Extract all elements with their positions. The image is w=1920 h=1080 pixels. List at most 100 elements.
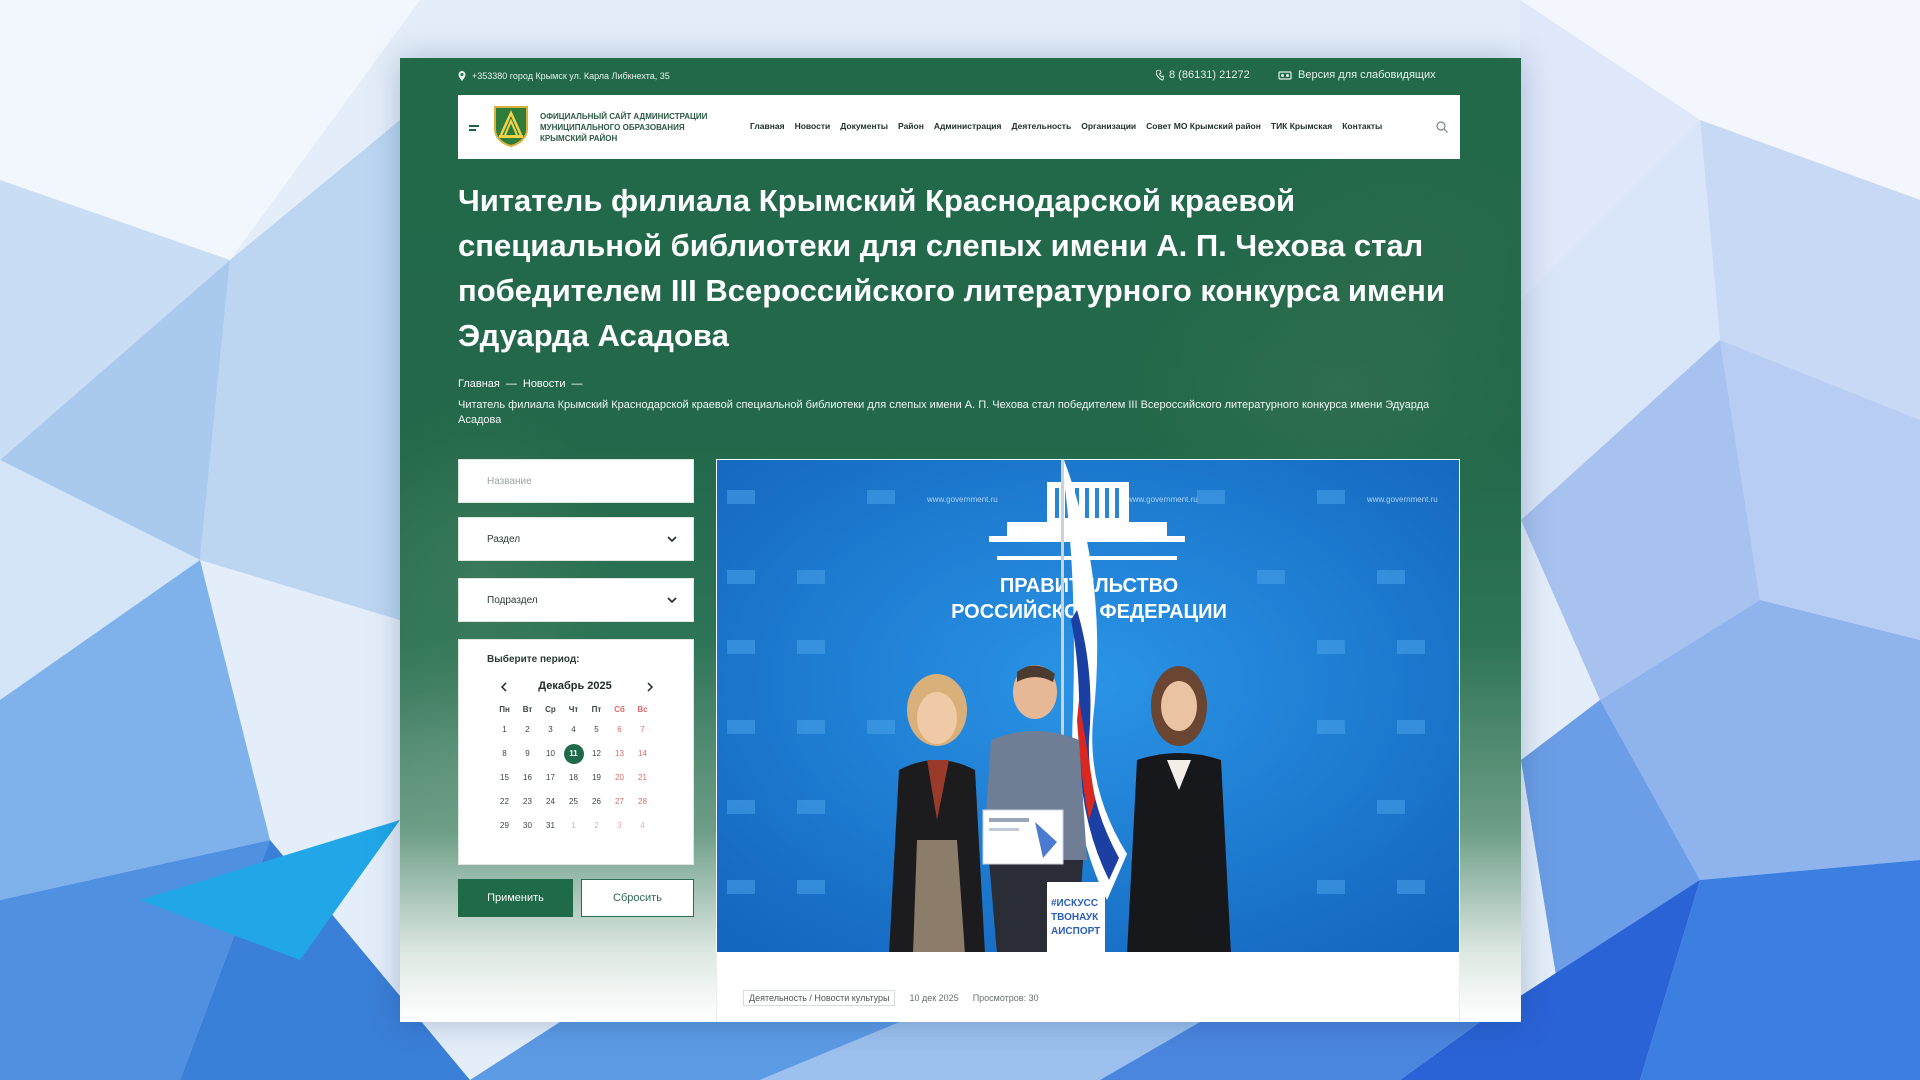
calendar-day[interactable]: 26 <box>585 790 608 814</box>
vision-impaired-link[interactable]: Версия для слабовидящих <box>1278 69 1436 81</box>
calendar-day[interactable]: 5 <box>585 718 608 742</box>
backdrop-url: www.government.ru <box>1366 495 1438 504</box>
calendar-day[interactable]: 16 <box>516 766 539 790</box>
menu-item-district[interactable]: Район <box>898 121 924 131</box>
menu-item-home[interactable]: Главная <box>750 121 785 131</box>
menu-item-contacts[interactable]: Контакты <box>1342 121 1382 131</box>
article-meta: Деятельность / Новости культуры 10 дек 2… <box>743 990 1039 1006</box>
calendar-day[interactable]: 3 <box>608 814 631 838</box>
search-icon[interactable] <box>1436 121 1448 133</box>
name-search-input[interactable]: Название <box>458 459 694 503</box>
breadcrumb-separator: — <box>571 378 583 390</box>
view-count: Просмотров: 30 <box>972 993 1039 1003</box>
selected-day-marker: 11 <box>563 744 584 764</box>
top-info-bar: +353380 город Крымск ул. Карла Либкнехта… <box>458 67 1455 89</box>
menu-item-organizations[interactable]: Организации <box>1081 121 1136 131</box>
backdrop-url: www.government.ru <box>1126 495 1198 504</box>
calendar-day[interactable]: 4 <box>631 814 654 838</box>
calendar-day[interactable]: 1 <box>562 814 585 838</box>
calendar-day[interactable]: 31 <box>539 814 562 838</box>
calendar-day[interactable]: 29 <box>493 814 516 838</box>
hamburger-menu-icon[interactable] <box>469 125 479 131</box>
calendar-day[interactable]: 1 <box>493 718 516 742</box>
site-title[interactable]: ОФИЦИАЛЬНЫЙ САЙТ АДМИНИСТРАЦИИ МУНИЦИПАЛ… <box>540 111 720 144</box>
breadcrumb-current: Читатель филиала Крымский Краснодарской … <box>458 399 1430 426</box>
chevron-down-icon <box>667 536 677 543</box>
calendar-day[interactable]: 19 <box>585 766 608 790</box>
calendar-day[interactable]: 17 <box>539 766 562 790</box>
coat-of-arms-logo[interactable] <box>493 105 529 147</box>
breadcrumb-news[interactable]: Новости <box>523 378 566 390</box>
article-photo: www.government.ru www.government.ru www.… <box>716 459 1460 953</box>
backdrop-url: www.government.ru <box>926 495 998 504</box>
phone-text: 8 (86131) 21272 <box>1169 69 1250 81</box>
chevron-down-icon <box>667 597 677 604</box>
address-text: +353380 город Крымск ул. Карла Либкнехта… <box>472 71 670 81</box>
calendar-day[interactable]: 30 <box>516 814 539 838</box>
subsection-select-label: Подраздел <box>487 594 538 606</box>
breadcrumb-home[interactable]: Главная <box>458 378 500 390</box>
vision-text: Версия для слабовидящих <box>1298 69 1436 81</box>
bag-text-1: #ИСКУСС <box>1051 898 1098 909</box>
address: +353380 город Крымск ул. Карла Либкнехта… <box>458 71 670 81</box>
date-range-calendar: Выберите период: Декабрь 2025 Пн Вт Ср Чт Пт… <box>458 639 694 865</box>
category-tag[interactable]: Деятельность / Новости культуры <box>743 990 896 1006</box>
calendar-day[interactable]: 23 <box>516 790 539 814</box>
photo-illustration: www.government.ru www.government.ru www.… <box>717 460 1459 952</box>
calendar-grid: Пн Вт Ср Чт Пт Сб Вс 1 2 3 4 5 6 7 8 9 10 11 12 13 14 15 16 17 1… <box>493 702 661 838</box>
calendar-day[interactable]: 20 <box>608 766 631 790</box>
calendar-day[interactable]: 28 <box>631 790 654 814</box>
menu-item-council[interactable]: Совет МО Крымский район <box>1146 121 1261 131</box>
section-select[interactable]: Раздел <box>458 517 694 561</box>
chevron-right-icon[interactable] <box>645 682 655 692</box>
location-pin-icon <box>458 71 466 81</box>
bag-text-2: ТВОНАУК <box>1051 912 1099 923</box>
calendar-day[interactable]: 3 <box>539 718 562 742</box>
article-title: Читатель филиала Крымский Краснодарской … <box>458 183 1445 353</box>
weekday-header: Пт <box>591 705 602 714</box>
calendar-month-year: Декабрь 2025 <box>538 680 612 692</box>
calendar-day[interactable]: 18 <box>562 766 585 790</box>
calendar-day[interactable]: 10 <box>539 742 562 766</box>
weekday-header: Ср <box>545 705 556 714</box>
calendar-day[interactable]: 6 <box>608 718 631 742</box>
calendar-day[interactable]: 4 <box>562 718 585 742</box>
phone-icon <box>1156 69 1164 81</box>
subsection-select[interactable]: Подраздел <box>458 578 694 622</box>
calendar-day[interactable]: 9 <box>516 742 539 766</box>
menu-item-news[interactable]: Новости <box>795 121 831 131</box>
menu-item-activity[interactable]: Деятельность <box>1012 121 1072 131</box>
calendar-day[interactable]: 15 <box>493 766 516 790</box>
weekday-header: Сб <box>614 705 625 714</box>
calendar-day[interactable]: 27 <box>608 790 631 814</box>
article-meta-card: Деятельность / Новости культуры 10 дек 2… <box>716 953 1460 1022</box>
calendar-day[interactable]: 22 <box>493 790 516 814</box>
breadcrumb: Главная — Новости — <box>458 378 582 390</box>
calendar-day[interactable]: 13 <box>608 742 631 766</box>
phone-link[interactable]: 8 (86131) 21272 <box>1156 69 1250 81</box>
period-label: Выберите период: <box>487 654 580 665</box>
calendar-day[interactable]: 21 <box>631 766 654 790</box>
publish-date: 10 дек 2025 <box>909 993 959 1003</box>
calendar-day[interactable]: 8 <box>493 742 516 766</box>
weekday-header: Вс <box>637 705 648 714</box>
apply-button[interactable]: Применить <box>458 879 573 917</box>
calendar-day[interactable]: 14 <box>631 742 654 766</box>
calendar-day[interactable]: 2 <box>585 814 608 838</box>
calendar-day[interactable]: 12 <box>585 742 608 766</box>
menu-item-tik[interactable]: ТИК Крымская <box>1271 121 1332 131</box>
reset-button[interactable]: Сбросить <box>581 879 694 917</box>
calendar-day[interactable]: 25 <box>562 790 585 814</box>
main-menu: Главная Новости Документы Район Админист… <box>750 121 1392 131</box>
calendar-day-selected[interactable]: 11 <box>562 742 585 766</box>
browser-page: +353380 город Крымск ул. Карла Либкнехта… <box>400 58 1521 1022</box>
bag-text-3: АИСПОРТ <box>1051 926 1100 937</box>
weekday-header: Пн <box>499 705 510 714</box>
glasses-icon <box>1278 70 1292 80</box>
calendar-day[interactable]: 2 <box>516 718 539 742</box>
calendar-day[interactable]: 7 <box>631 718 654 742</box>
calendar-day[interactable]: 24 <box>539 790 562 814</box>
menu-item-documents[interactable]: Документы <box>840 121 888 131</box>
menu-item-administration[interactable]: Администрация <box>934 121 1002 131</box>
name-placeholder: Название <box>487 475 532 487</box>
